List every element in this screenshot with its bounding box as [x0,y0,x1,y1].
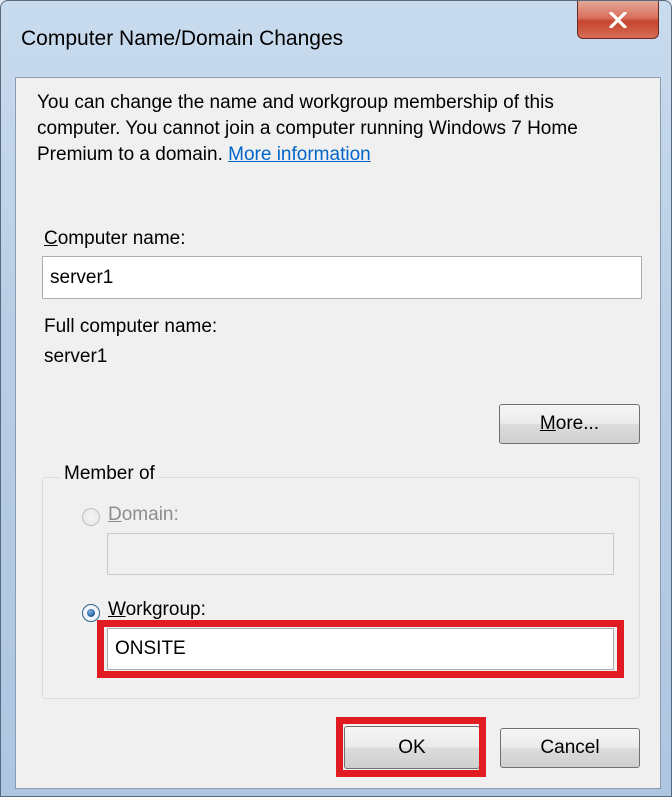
computer-name-value: server1 [50,266,114,288]
full-computer-name-label: Full computer name: [44,316,218,337]
member-of-legend: Member of [60,463,159,485]
title-bar[interactable]: Computer Name/Domain Changes [1,1,671,77]
dialog-content: You can change the name and workgroup me… [15,77,661,789]
computer-name-label-text: omputer name: [57,228,186,249]
domain-input[interactable] [107,533,614,575]
more-information-link[interactable]: More information [228,144,371,165]
cancel-button[interactable]: Cancel [500,728,640,768]
domain-radio[interactable] [82,508,100,526]
domain-label: Domain: [108,504,179,526]
computer-name-input[interactable]: server1 [42,256,642,299]
domain-label-text: omain: [121,504,179,525]
more-label: ore... [555,413,600,434]
more-accelerator: M [539,413,556,434]
ok-highlight [336,717,486,777]
workgroup-accelerator: W [108,599,126,620]
full-computer-name-value: server1 [44,346,108,367]
computer-name-label: Computer name: [44,228,186,250]
cancel-label: Cancel [540,737,600,758]
computer-name-accelerator: C [44,228,58,249]
intro-text: You can change the name and workgroup me… [37,90,637,168]
dialog-window: Computer Name/Domain Changes You can cha… [0,0,672,797]
close-icon [609,11,627,28]
more-button[interactable]: More... [499,404,640,444]
domain-accelerator: D [108,504,122,525]
workgroup-highlight [97,620,624,678]
workgroup-label-text: orkgroup: [125,599,206,620]
workgroup-label: Workgroup: [108,599,206,621]
close-button[interactable] [577,1,659,39]
window-title: Computer Name/Domain Changes [21,27,344,50]
